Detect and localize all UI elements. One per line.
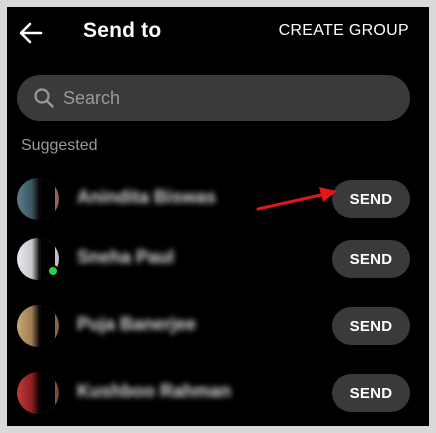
contact-row: Kushboo Rahman SEND: [7, 363, 429, 423]
back-button[interactable]: [15, 17, 47, 49]
avatar[interactable]: [17, 178, 59, 220]
search-icon: [34, 88, 54, 108]
avatar[interactable]: [17, 305, 59, 347]
send-button[interactable]: SEND: [332, 374, 410, 412]
contact-name: Anindita Biswas: [77, 187, 217, 207]
section-label-suggested: Suggested: [21, 137, 98, 154]
online-status-dot: [47, 265, 59, 277]
search-bar[interactable]: [17, 75, 410, 121]
contact-row: Anindita Biswas SEND: [7, 169, 429, 229]
contact-name: Kushboo Rahman: [77, 381, 232, 401]
search-input[interactable]: [63, 75, 393, 121]
send-button[interactable]: SEND: [332, 180, 410, 218]
send-button[interactable]: SEND: [332, 307, 410, 345]
send-to-screen: Send to CREATE GROUP Suggested Anindita …: [7, 7, 429, 426]
contact-name: Puja Banerjee: [77, 314, 197, 334]
avatar-shadow: [41, 372, 55, 414]
page-title: Send to: [83, 19, 162, 42]
create-group-button[interactable]: CREATE GROUP: [279, 22, 409, 40]
avatar-shadow: [41, 178, 55, 220]
contact-row: Puja Banerjee SEND: [7, 296, 429, 356]
avatar[interactable]: [17, 372, 59, 414]
app-header: Send to CREATE GROUP: [7, 7, 429, 61]
contact-row: Sneha Paul SEND: [7, 229, 429, 289]
contact-name: Sneha Paul: [77, 247, 175, 267]
send-button[interactable]: SEND: [332, 240, 410, 278]
arrow-left-icon: [19, 22, 43, 44]
screenshot-frame: Send to CREATE GROUP Suggested Anindita …: [0, 0, 436, 433]
avatar-shadow: [41, 305, 55, 347]
